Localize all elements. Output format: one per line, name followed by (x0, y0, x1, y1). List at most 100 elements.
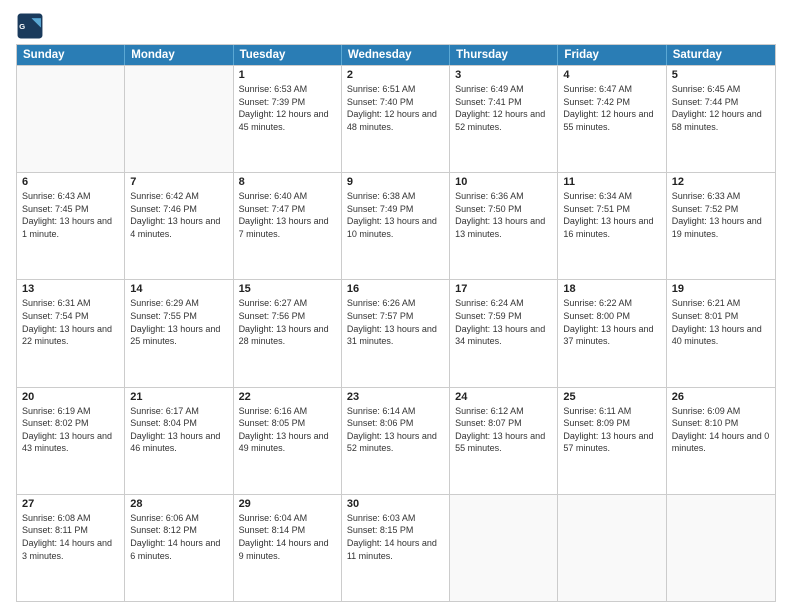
day-number: 28 (130, 498, 227, 510)
day-number: 27 (22, 498, 119, 510)
day-number: 25 (563, 391, 660, 403)
week-row-3: 13 Sunrise: 6:31 AM Sunset: 7:54 PM Dayli… (17, 279, 775, 386)
calendar-header-row: SundayMondayTuesdayWednesdayThursdayFrid… (17, 45, 775, 65)
day-cell-27: 27 Sunrise: 6:08 AM Sunset: 8:11 PM Dayli… (17, 495, 125, 601)
header-day-sunday: Sunday (17, 45, 125, 65)
day-cell-25: 25 Sunrise: 6:11 AM Sunset: 8:09 PM Dayli… (558, 388, 666, 494)
day-cell-6: 6Sunrise: 6:43 AM Sunset: 7:45 PM Daylig… (17, 173, 125, 279)
day-info: Sunrise: 6:45 AM Sunset: 7:44 PM Dayligh… (672, 83, 770, 133)
logo-icon: G (16, 12, 44, 40)
calendar-body: 1 Sunrise: 6:53 AM Sunset: 7:39 PM Daylig… (17, 65, 775, 601)
day-cell-2: 2Sunrise: 6:51 AM Sunset: 7:40 PM Daylig… (342, 66, 450, 172)
week-row-1: 1 Sunrise: 6:53 AM Sunset: 7:39 PM Daylig… (17, 65, 775, 172)
day-number: 5 (672, 69, 770, 81)
day-cell-15: 15Sunrise: 6:27 AM Sunset: 7:56 PM Dayli… (234, 280, 342, 386)
day-info: Sunrise: 6:06 AM Sunset: 8:12 PM Dayligh… (130, 512, 227, 562)
day-number: 17 (455, 283, 552, 295)
day-number: 8 (239, 176, 336, 188)
day-info: Sunrise: 6:40 AM Sunset: 7:47 PM Dayligh… (239, 190, 336, 240)
day-number: 29 (239, 498, 336, 510)
day-info: Sunrise: 6:33 AM Sunset: 7:52 PM Dayligh… (672, 190, 770, 240)
day-info: Sunrise: 6:11 AM Sunset: 8:09 PM Dayligh… (563, 405, 660, 455)
day-info: Sunrise: 6:08 AM Sunset: 8:11 PM Dayligh… (22, 512, 119, 562)
day-info: Sunrise: 6:09 AM Sunset: 8:10 PM Dayligh… (672, 405, 770, 455)
day-info: Sunrise: 6:12 AM Sunset: 8:07 PM Dayligh… (455, 405, 552, 455)
day-cell-14: 14Sunrise: 6:29 AM Sunset: 7:55 PM Dayli… (125, 280, 233, 386)
day-info: Sunrise: 6:26 AM Sunset: 7:57 PM Dayligh… (347, 297, 444, 347)
day-info: Sunrise: 6:03 AM Sunset: 8:15 PM Dayligh… (347, 512, 444, 562)
day-number: 3 (455, 69, 552, 81)
empty-cell (667, 495, 775, 601)
day-cell-10: 10 Sunrise: 6:36 AM Sunset: 7:50 PM Dayli… (450, 173, 558, 279)
day-info: Sunrise: 6:38 AM Sunset: 7:49 PM Dayligh… (347, 190, 444, 240)
day-number: 30 (347, 498, 444, 510)
day-number: 16 (347, 283, 444, 295)
day-cell-24: 24 Sunrise: 6:12 AM Sunset: 8:07 PM Dayli… (450, 388, 558, 494)
day-cell-29: 29 Sunrise: 6:04 AM Sunset: 8:14 PM Dayli… (234, 495, 342, 601)
day-number: 2 (347, 69, 444, 81)
day-info: Sunrise: 6:19 AM Sunset: 8:02 PM Dayligh… (22, 405, 119, 455)
day-cell-20: 20 Sunrise: 6:19 AM Sunset: 8:02 PM Dayli… (17, 388, 125, 494)
svg-text:G: G (19, 22, 25, 31)
day-cell-30: 30 Sunrise: 6:03 AM Sunset: 8:15 PM Dayli… (342, 495, 450, 601)
week-row-5: 27 Sunrise: 6:08 AM Sunset: 8:11 PM Dayli… (17, 494, 775, 601)
day-info: Sunrise: 6:43 AM Sunset: 7:45 PM Dayligh… (22, 190, 119, 240)
day-number: 23 (347, 391, 444, 403)
header-day-thursday: Thursday (450, 45, 558, 65)
day-cell-7: 7 Sunrise: 6:42 AM Sunset: 7:46 PM Daylig… (125, 173, 233, 279)
day-info: Sunrise: 6:16 AM Sunset: 8:05 PM Dayligh… (239, 405, 336, 455)
day-cell-8: 8 Sunrise: 6:40 AM Sunset: 7:47 PM Daylig… (234, 173, 342, 279)
day-cell-23: 23 Sunrise: 6:14 AM Sunset: 8:06 PM Dayli… (342, 388, 450, 494)
day-cell-19: 19Sunrise: 6:21 AM Sunset: 8:01 PM Dayli… (667, 280, 775, 386)
day-info: Sunrise: 6:24 AM Sunset: 7:59 PM Dayligh… (455, 297, 552, 347)
day-info: Sunrise: 6:34 AM Sunset: 7:51 PM Dayligh… (563, 190, 660, 240)
header-day-monday: Monday (125, 45, 233, 65)
header-day-saturday: Saturday (667, 45, 775, 65)
day-cell-13: 13 Sunrise: 6:31 AM Sunset: 7:54 PM Dayli… (17, 280, 125, 386)
day-cell-28: 28 Sunrise: 6:06 AM Sunset: 8:12 PM Dayli… (125, 495, 233, 601)
day-cell-18: 18Sunrise: 6:22 AM Sunset: 8:00 PM Dayli… (558, 280, 666, 386)
day-cell-9: 9 Sunrise: 6:38 AM Sunset: 7:49 PM Daylig… (342, 173, 450, 279)
day-info: Sunrise: 6:42 AM Sunset: 7:46 PM Dayligh… (130, 190, 227, 240)
day-info: Sunrise: 6:49 AM Sunset: 7:41 PM Dayligh… (455, 83, 552, 133)
day-number: 24 (455, 391, 552, 403)
day-number: 7 (130, 176, 227, 188)
day-cell-1: 1 Sunrise: 6:53 AM Sunset: 7:39 PM Daylig… (234, 66, 342, 172)
day-info: Sunrise: 6:17 AM Sunset: 8:04 PM Dayligh… (130, 405, 227, 455)
day-info: Sunrise: 6:47 AM Sunset: 7:42 PM Dayligh… (563, 83, 660, 133)
week-row-2: 6Sunrise: 6:43 AM Sunset: 7:45 PM Daylig… (17, 172, 775, 279)
day-info: Sunrise: 6:21 AM Sunset: 8:01 PM Dayligh… (672, 297, 770, 347)
day-info: Sunrise: 6:27 AM Sunset: 7:56 PM Dayligh… (239, 297, 336, 347)
day-number: 18 (563, 283, 660, 295)
day-number: 26 (672, 391, 770, 403)
day-info: Sunrise: 6:36 AM Sunset: 7:50 PM Dayligh… (455, 190, 552, 240)
day-number: 11 (563, 176, 660, 188)
logo: G (16, 12, 48, 40)
day-cell-22: 22Sunrise: 6:16 AM Sunset: 8:05 PM Dayli… (234, 388, 342, 494)
day-info: Sunrise: 6:53 AM Sunset: 7:39 PM Dayligh… (239, 83, 336, 133)
day-number: 1 (239, 69, 336, 81)
day-number: 13 (22, 283, 119, 295)
day-cell-17: 17 Sunrise: 6:24 AM Sunset: 7:59 PM Dayli… (450, 280, 558, 386)
day-cell-4: 4 Sunrise: 6:47 AM Sunset: 7:42 PM Daylig… (558, 66, 666, 172)
day-number: 4 (563, 69, 660, 81)
day-number: 20 (22, 391, 119, 403)
day-number: 21 (130, 391, 227, 403)
empty-cell (125, 66, 233, 172)
empty-cell (17, 66, 125, 172)
header-day-wednesday: Wednesday (342, 45, 450, 65)
day-cell-3: 3 Sunrise: 6:49 AM Sunset: 7:41 PM Daylig… (450, 66, 558, 172)
header-day-friday: Friday (558, 45, 666, 65)
day-number: 10 (455, 176, 552, 188)
calendar: SundayMondayTuesdayWednesdayThursdayFrid… (16, 44, 776, 602)
week-row-4: 20 Sunrise: 6:19 AM Sunset: 8:02 PM Dayli… (17, 387, 775, 494)
day-cell-21: 21 Sunrise: 6:17 AM Sunset: 8:04 PM Dayli… (125, 388, 233, 494)
day-cell-12: 12Sunrise: 6:33 AM Sunset: 7:52 PM Dayli… (667, 173, 775, 279)
day-cell-16: 16 Sunrise: 6:26 AM Sunset: 7:57 PM Dayli… (342, 280, 450, 386)
day-info: Sunrise: 6:29 AM Sunset: 7:55 PM Dayligh… (130, 297, 227, 347)
day-info: Sunrise: 6:31 AM Sunset: 7:54 PM Dayligh… (22, 297, 119, 347)
day-info: Sunrise: 6:14 AM Sunset: 8:06 PM Dayligh… (347, 405, 444, 455)
day-info: Sunrise: 6:04 AM Sunset: 8:14 PM Dayligh… (239, 512, 336, 562)
empty-cell (558, 495, 666, 601)
day-number: 9 (347, 176, 444, 188)
